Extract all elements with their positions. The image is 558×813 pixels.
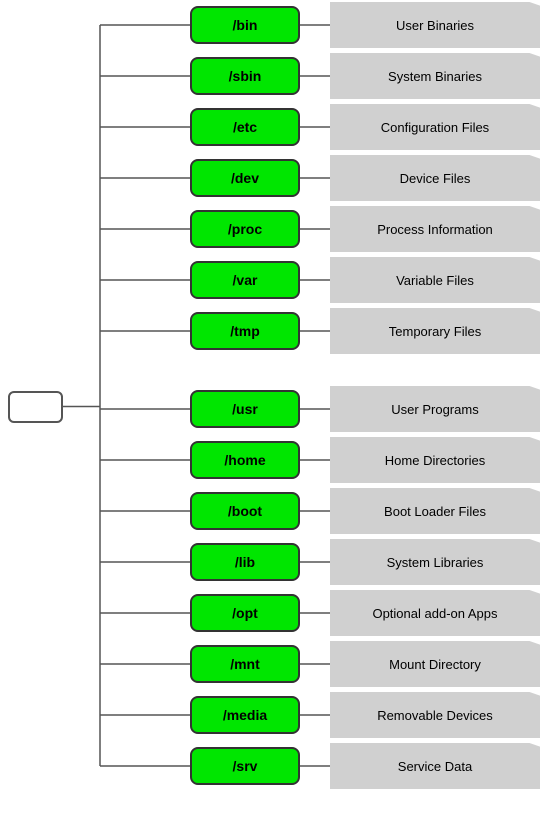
root-node [8,391,63,423]
dir-node-media: /media [190,696,300,734]
dir-node-tmp: /tmp [190,312,300,350]
label-node-media: Removable Devices [330,692,540,738]
label-node-lib: System Libraries [330,539,540,585]
label-node-etc: Configuration Files [330,104,540,150]
label-node-bin: User Binaries [330,2,540,48]
dir-node-home: /home [190,441,300,479]
label-node-dev: Device Files [330,155,540,201]
dir-node-boot: /boot [190,492,300,530]
dir-node-lib: /lib [190,543,300,581]
label-node-sbin: System Binaries [330,53,540,99]
label-node-mnt: Mount Directory [330,641,540,687]
dir-node-sbin: /sbin [190,57,300,95]
label-node-srv: Service Data [330,743,540,789]
label-node-home: Home Directories [330,437,540,483]
label-node-proc: Process Information [330,206,540,252]
dir-node-mnt: /mnt [190,645,300,683]
dir-node-dev: /dev [190,159,300,197]
label-node-opt: Optional add-on Apps [330,590,540,636]
dir-node-bin: /bin [190,6,300,44]
diagram: /bin User Binaries/sbin System Binaries/et… [0,0,558,813]
dir-node-var: /var [190,261,300,299]
dir-node-opt: /opt [190,594,300,632]
dir-node-srv: /srv [190,747,300,785]
label-node-usr: User Programs [330,386,540,432]
label-node-tmp: Temporary Files [330,308,540,354]
label-node-var: Variable Files [330,257,540,303]
label-node-boot: Boot Loader Files [330,488,540,534]
dir-node-etc: /etc [190,108,300,146]
dir-node-usr: /usr [190,390,300,428]
dir-node-proc: /proc [190,210,300,248]
